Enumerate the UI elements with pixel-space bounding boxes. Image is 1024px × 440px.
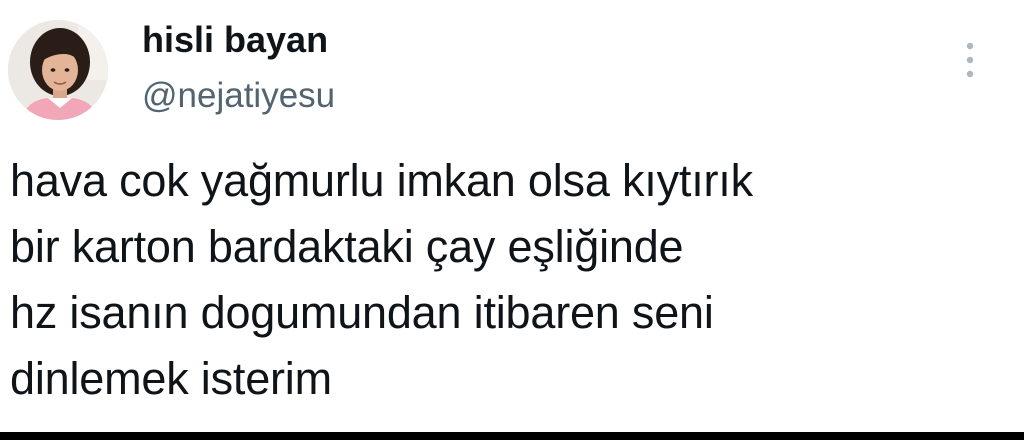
author-display-name[interactable]: hisli bayan <box>142 18 328 62</box>
bottom-border <box>0 432 1024 440</box>
more-options-button[interactable] <box>952 38 988 82</box>
tweet-text-line: hz isanın dogumundan itibaren seni <box>10 287 714 338</box>
tweet-text-line: bir karton bardaktaki çay eşliğinde <box>10 221 684 272</box>
tweet-card[interactable]: hisli bayan @nejatiyesu hava cok yağmurl… <box>0 0 1024 432</box>
more-vertical-icon <box>966 42 974 78</box>
tweet-text-line: dinlemek isterim <box>10 353 332 404</box>
author-avatar[interactable] <box>8 20 108 120</box>
author-handle[interactable]: @nejatiyesu <box>142 74 335 118</box>
profile-photo-icon <box>8 20 108 120</box>
tweet-text: hava cok yağmurlu imkan olsa kıytırık bi… <box>10 148 1010 412</box>
tweet-text-line: hava cok yağmurlu imkan olsa kıytırık <box>10 155 753 206</box>
